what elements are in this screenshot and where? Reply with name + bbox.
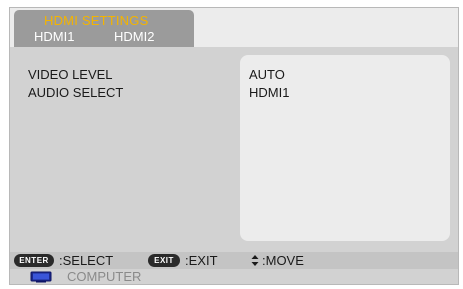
value-panel: AUTO HDMI1 [240, 55, 450, 241]
select-hint: :SELECT [59, 253, 114, 268]
setting-value-video-level[interactable]: AUTO [249, 67, 285, 82]
tab-bar: HDMI SETTINGS HDMI1 HDMI2 [10, 8, 458, 48]
monitor-icon [30, 271, 52, 283]
settings-panel: VIDEO LEVEL AUDIO SELECT AUTO HDMI1 [10, 47, 458, 252]
source-label: COMPUTER [67, 269, 142, 284]
setting-label-video-level[interactable]: VIDEO LEVEL [28, 67, 113, 82]
subtab-hdmi1[interactable]: HDMI1 [34, 29, 74, 44]
osd-menu: HDMI SETTINGS HDMI1 HDMI2 VIDEO LEVEL AU… [9, 7, 459, 285]
subtab-hdmi2[interactable]: HDMI2 [114, 29, 154, 44]
setting-label-audio-select[interactable]: AUDIO SELECT [28, 85, 123, 100]
menu-title: HDMI SETTINGS [44, 13, 149, 28]
exit-hint: :EXIT [185, 253, 218, 268]
setting-value-audio-select[interactable]: HDMI1 [249, 85, 289, 100]
enter-key-badge: ENTER [14, 254, 54, 267]
move-hint: :MOVE [262, 253, 304, 268]
up-down-arrow-icon [251, 255, 259, 266]
source-bar: COMPUTER [10, 269, 458, 284]
hint-bar: ENTER :SELECT EXIT :EXIT :MOVE [10, 252, 458, 269]
exit-key-badge: EXIT [148, 254, 180, 267]
